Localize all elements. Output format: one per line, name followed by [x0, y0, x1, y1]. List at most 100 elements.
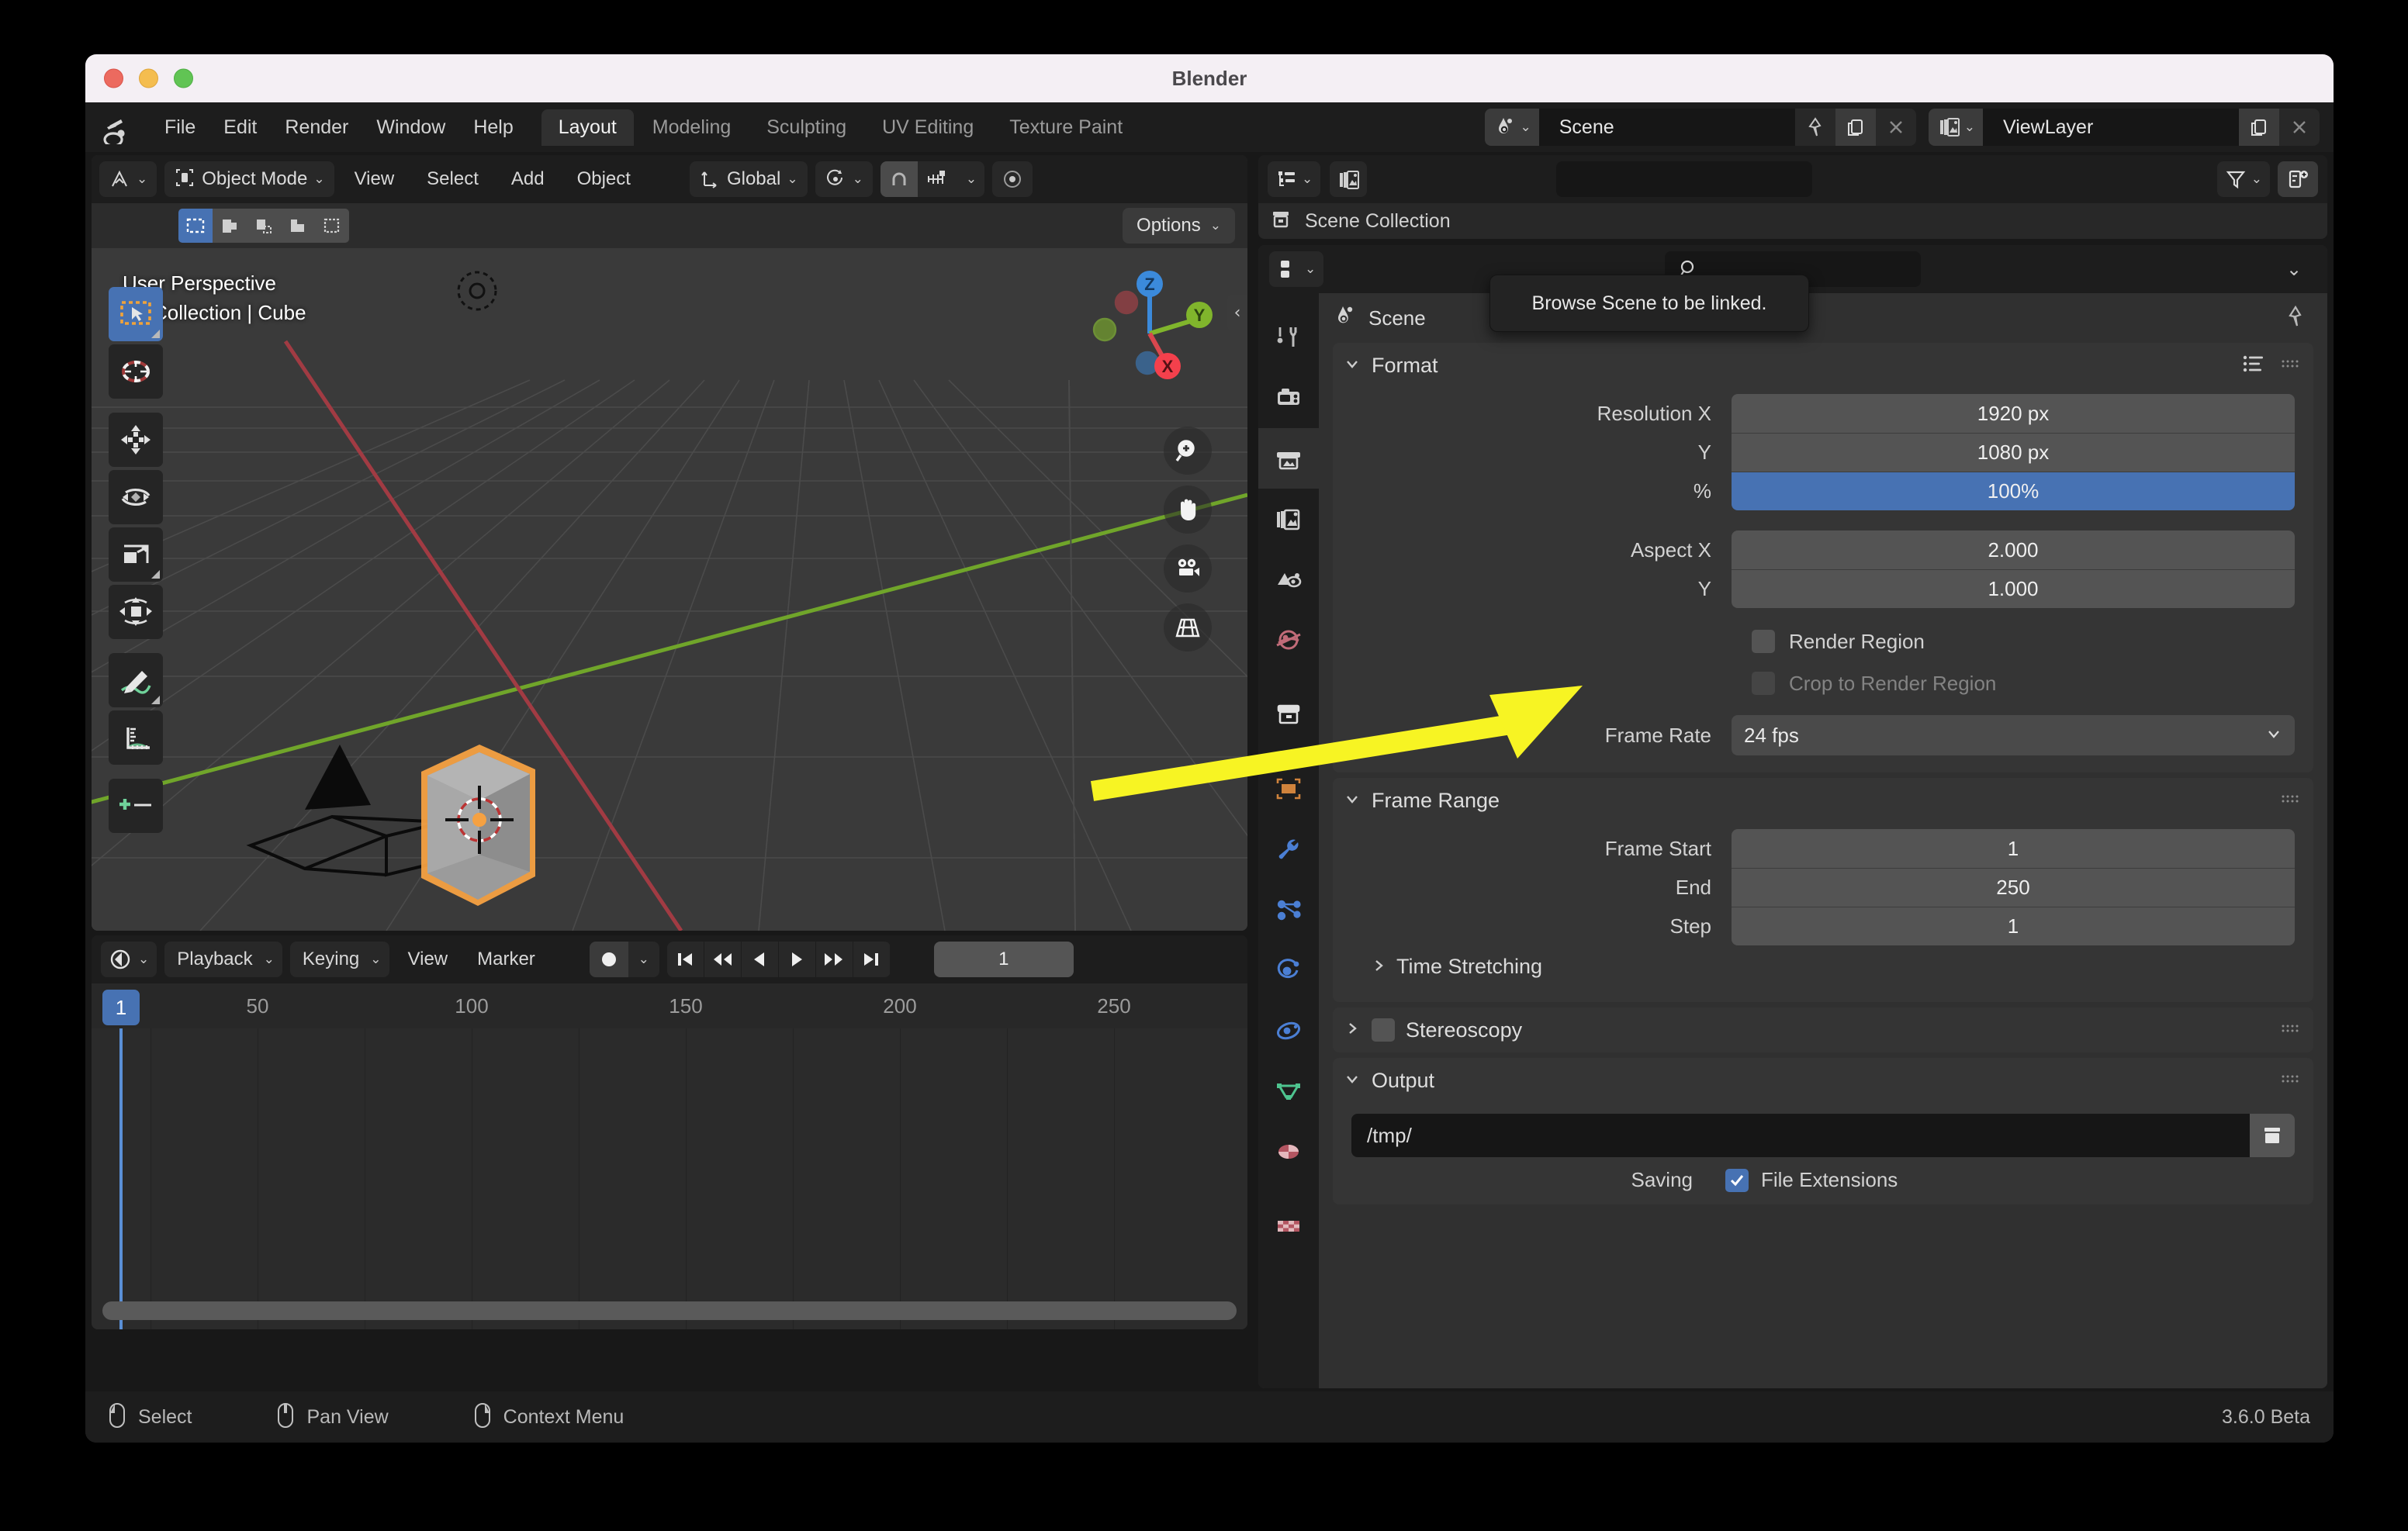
checkbox-render-region[interactable]: [1752, 630, 1775, 653]
editor-type-properties-icon[interactable]: ⌄: [1269, 251, 1324, 287]
properties-pin-icon[interactable]: [2284, 305, 2307, 331]
chevron-down-icon[interactable]: [1344, 355, 1361, 375]
auto-keying-options-chevron[interactable]: ⌄: [628, 942, 659, 977]
timeline-horizontal-scrollbar[interactable]: [102, 1301, 1237, 1320]
transform-orientation-dropdown[interactable]: Global ⌄: [689, 161, 808, 197]
properties-tab-material[interactable]: [1258, 1121, 1319, 1182]
menu-edit[interactable]: Edit: [209, 112, 271, 143]
tweak-select-box-icon[interactable]: [109, 287, 163, 341]
play-reverse-icon[interactable]: [742, 942, 779, 977]
viewlayer-icon[interactable]: ⌄: [1928, 109, 1983, 146]
move-icon[interactable]: [109, 413, 163, 467]
timeline-ruler[interactable]: 1 50 100 150 200 250: [92, 983, 1247, 1028]
blender-logo-icon[interactable]: [102, 110, 137, 144]
properties-tab-constraints[interactable]: [1258, 1001, 1319, 1061]
chevron-right-icon[interactable]: [1344, 1020, 1361, 1040]
viewlayer-selector[interactable]: ⌄ ViewLayer: [1928, 109, 2320, 146]
select-mode-invert[interactable]: [281, 209, 315, 243]
preset-list-icon[interactable]: [2242, 352, 2265, 378]
input-resolution-y[interactable]: 1080 px: [1732, 433, 2295, 472]
properties-tab-scene[interactable]: [1258, 549, 1319, 610]
properties-tab-collection[interactable]: [1258, 684, 1319, 745]
input-aspect-y[interactable]: 1.000: [1732, 569, 2295, 608]
properties-options-chevron[interactable]: ⌄: [2273, 251, 2315, 287]
scene-data-icon[interactable]: ⌄: [1484, 109, 1539, 146]
editor-type-3dview-icon[interactable]: ⌄: [99, 161, 157, 197]
properties-tab-object[interactable]: [1258, 759, 1319, 819]
workspace-tab-modeling[interactable]: Modeling: [635, 109, 748, 146]
viewlayer-close-icon[interactable]: [2279, 109, 2320, 146]
add-cube-icon[interactable]: [109, 779, 163, 833]
menu-help[interactable]: Help: [459, 112, 527, 143]
folder-icon[interactable]: [2250, 1114, 2295, 1157]
new-collection-icon[interactable]: [2278, 161, 2318, 197]
timeline-playhead-line[interactable]: [119, 1028, 123, 1329]
navigation-gizmo[interactable]: Z Y X: [1081, 262, 1221, 402]
workspace-tab-texture-paint[interactable]: Texture Paint: [992, 109, 1140, 146]
menu-render[interactable]: Render: [271, 112, 362, 143]
select-mode-set[interactable]: [178, 209, 213, 243]
viewport-canvas[interactable]: User Perspective (1) Collection | Cube Z…: [92, 248, 1247, 931]
viewport-menu-view[interactable]: View: [342, 168, 407, 190]
properties-tab-render[interactable]: [1258, 368, 1319, 428]
filter-funnel-icon[interactable]: ⌄: [2216, 161, 2270, 197]
properties-tab-world[interactable]: [1258, 610, 1319, 670]
annotate-icon[interactable]: [109, 653, 163, 707]
prev-keyframe-icon[interactable]: [704, 942, 742, 977]
checkbox-stereoscopy[interactable]: [1372, 1018, 1395, 1042]
transform-icon[interactable]: [109, 585, 163, 639]
outliner-row-scene-collection[interactable]: Scene Collection: [1258, 203, 2327, 234]
minimize-window-button[interactable]: [139, 68, 158, 88]
input-aspect-x[interactable]: 2.000: [1732, 530, 2295, 569]
grip-dots-icon[interactable]: [2281, 1022, 2301, 1038]
select-mode-segments[interactable]: [178, 209, 349, 243]
close-window-button[interactable]: [104, 68, 123, 88]
jump-start-icon[interactable]: [667, 942, 704, 977]
input-resolution-x[interactable]: 1920 px: [1732, 394, 2295, 433]
scene-selector[interactable]: ⌄ Scene: [1484, 109, 1916, 146]
input-resolution-percent[interactable]: 100%: [1732, 472, 2295, 510]
select-mode-extend[interactable]: [213, 209, 247, 243]
properties-tab-output[interactable]: [1258, 428, 1319, 489]
timeline-menu-view[interactable]: View: [397, 949, 459, 970]
snapping-controls[interactable]: ⌄: [880, 161, 985, 197]
zoom-icon[interactable]: [1164, 427, 1212, 475]
snap-options-chevron[interactable]: ⌄: [958, 161, 984, 197]
auto-keying-icon[interactable]: [589, 942, 628, 977]
input-frame-step[interactable]: 1: [1732, 907, 2295, 945]
properties-tab-physics[interactable]: [1258, 940, 1319, 1001]
tool-expand-corner[interactable]: [151, 570, 160, 579]
sidebar-toggle-icon[interactable]: ‹: [1227, 295, 1247, 330]
scale-icon[interactable]: [109, 527, 163, 582]
properties-tab-texture[interactable]: [1258, 1196, 1319, 1256]
current-frame-field[interactable]: 1: [933, 942, 1074, 977]
tool-expand-corner[interactable]: [151, 696, 160, 704]
camera-view-icon[interactable]: [1164, 544, 1212, 593]
timeline-menu-keying[interactable]: Keying ⌄: [289, 942, 389, 977]
chevron-down-icon[interactable]: [1344, 1070, 1361, 1090]
chevron-down-icon[interactable]: [1344, 790, 1361, 810]
menu-window[interactable]: Window: [362, 112, 459, 143]
chevron-right-icon[interactable]: [1370, 957, 1387, 977]
viewlayer-name-field[interactable]: ViewLayer: [1983, 109, 2239, 146]
properties-tab-data[interactable]: [1258, 1061, 1319, 1121]
scene-pin-icon[interactable]: [1795, 109, 1835, 146]
proportional-editing-icon[interactable]: [992, 161, 1033, 197]
editor-type-outliner-icon[interactable]: ⌄: [1268, 161, 1321, 197]
properties-tab-modifiers[interactable]: [1258, 819, 1319, 880]
scene-close-icon[interactable]: [1876, 109, 1916, 146]
dropdown-frame-rate[interactable]: 24 fps: [1732, 715, 2295, 755]
panel-format-header[interactable]: Format: [1333, 343, 2313, 388]
properties-tab-particles[interactable]: [1258, 880, 1319, 940]
rotate-icon[interactable]: [109, 470, 163, 524]
next-keyframe-icon[interactable]: [816, 942, 853, 977]
grip-dots-icon[interactable]: [2281, 1073, 2301, 1088]
tool-expand-corner[interactable]: [151, 330, 160, 338]
timeline-playhead-badge[interactable]: 1: [102, 990, 140, 1025]
input-frame-start[interactable]: 1: [1732, 829, 2295, 868]
snap-increment-icon[interactable]: [918, 161, 958, 197]
pan-hand-icon[interactable]: [1164, 486, 1212, 534]
panel-frame-range-header[interactable]: Frame Range: [1333, 778, 2313, 823]
timeline-track-area[interactable]: [92, 1028, 1247, 1329]
outliner-display-mode-icon[interactable]: [1330, 161, 1368, 197]
